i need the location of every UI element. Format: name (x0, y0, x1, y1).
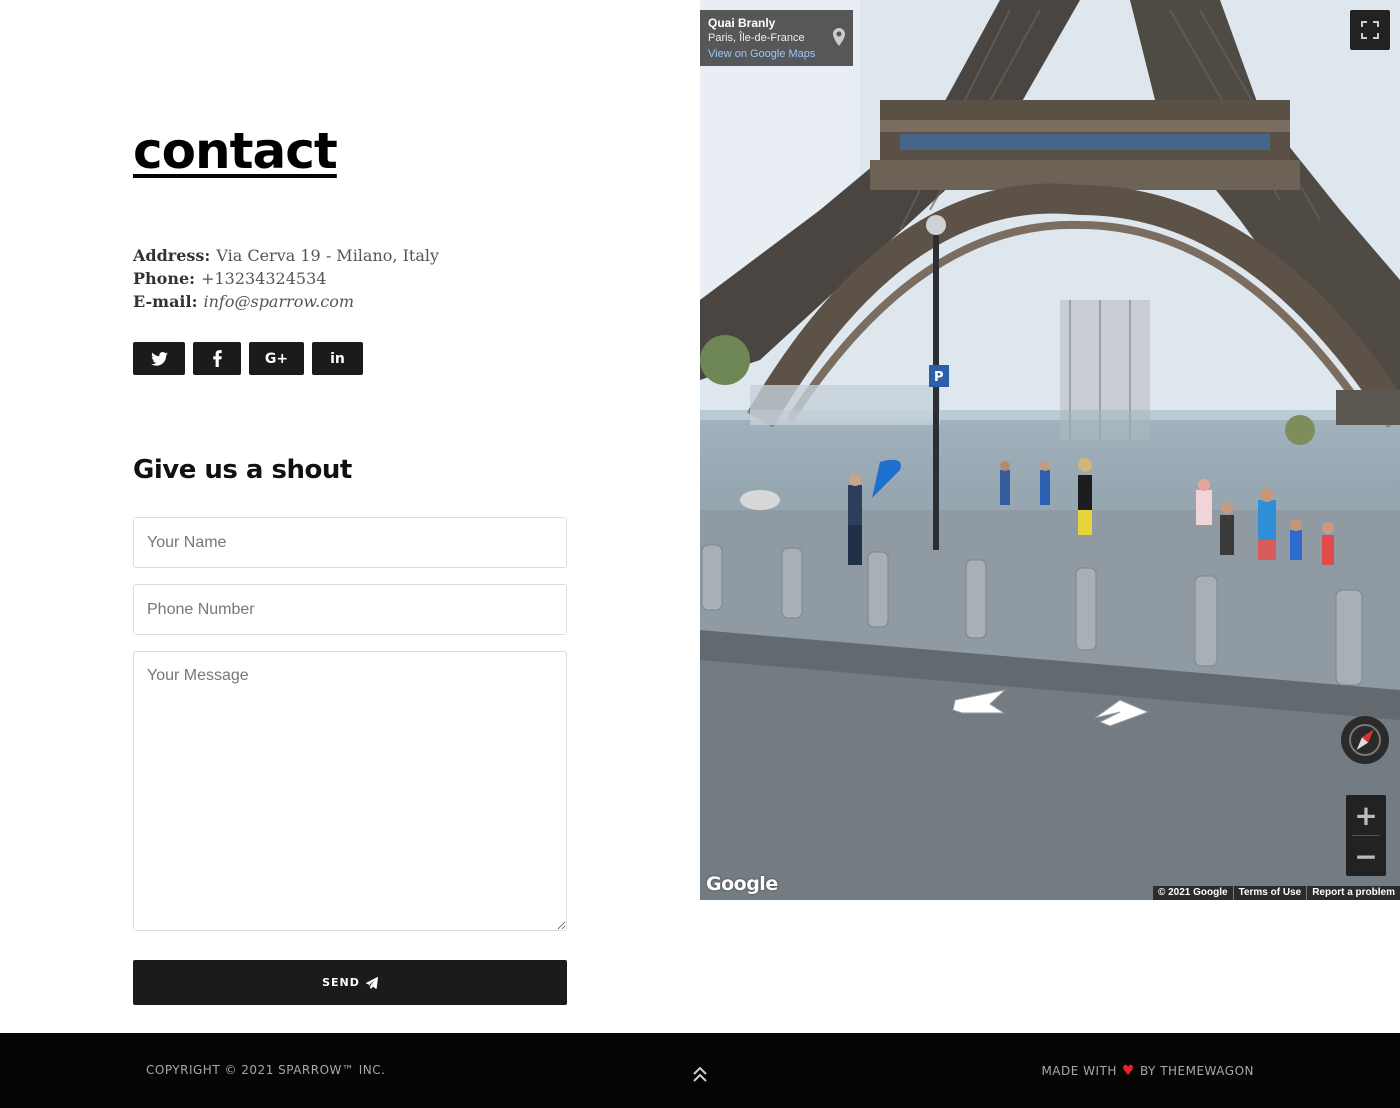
phone-value: +13234324534 (201, 269, 327, 288)
zoom-in-button[interactable]: + (1346, 795, 1386, 835)
map-attribution: © 2021 Google Terms of Use Report a prob… (1152, 886, 1400, 900)
message-textarea[interactable] (133, 651, 567, 931)
compass-icon (1349, 724, 1381, 756)
page-title: contact (133, 122, 338, 180)
google-plus-icon: G+ (264, 350, 289, 367)
zoom-control: + − (1346, 795, 1386, 876)
eiffel-tower-panorama: P (700, 0, 1400, 900)
social-buttons: G+ in (133, 342, 363, 375)
terms-of-use-link[interactable]: Terms of Use (1232, 886, 1307, 900)
phone-label: Phone: (133, 269, 196, 288)
contact-info: Address: Via Cerva 19 - Milano, Italy Pho… (133, 244, 439, 313)
address-value: Via Cerva 19 - Milano, Italy (216, 246, 440, 265)
heart-icon: ♥ (1121, 1063, 1135, 1079)
phone-input[interactable] (133, 584, 567, 635)
zoom-out-button[interactable]: − (1346, 836, 1386, 876)
linkedin-icon: in (330, 350, 345, 367)
made-with-label: MADE WITH (1041, 1064, 1117, 1078)
twitter-button[interactable] (133, 342, 185, 375)
contact-section: contact Address: Via Cerva 19 - Milano, I… (0, 0, 700, 1033)
address-row: Address: Via Cerva 19 - Milano, Italy (133, 244, 439, 267)
back-to-top-button[interactable] (690, 1063, 710, 1085)
google-plus-button[interactable]: G+ (249, 342, 304, 375)
view-on-google-maps-link[interactable]: View on Google Maps (708, 46, 845, 62)
place-card: Quai Branly Paris, Île-de-France View on… (700, 10, 853, 66)
place-subtitle: Paris, Île-de-France (708, 32, 805, 44)
made-with-credit: MADE WITH ♥ BY THEMEWAGON (1041, 1063, 1254, 1079)
name-input[interactable] (133, 517, 567, 568)
double-chevron-up-icon (693, 1066, 707, 1082)
send-button[interactable]: SEND (133, 960, 567, 1005)
twitter-icon (150, 351, 168, 366)
email-label: E-mail: (133, 292, 198, 311)
place-title: Quai Branly (708, 16, 776, 30)
fullscreen-icon (1361, 21, 1379, 39)
facebook-button[interactable] (193, 342, 241, 375)
form-heading: Give us a shout (133, 455, 352, 485)
address-label: Address: (133, 246, 211, 265)
street-view-map[interactable]: P Quai Branly Paris, Île-de-France View … (700, 0, 1400, 900)
compass-control[interactable] (1341, 716, 1389, 764)
svg-text:P: P (934, 370, 944, 385)
email-value[interactable]: info@sparrow.com (204, 292, 355, 311)
facebook-icon (212, 350, 222, 367)
map-copyright: © 2021 Google (1157, 887, 1228, 898)
map-pin-icon (833, 28, 845, 46)
credit-link[interactable]: BY THEMEWAGON (1140, 1064, 1254, 1078)
linkedin-button[interactable]: in (312, 342, 363, 375)
fullscreen-button[interactable] (1350, 10, 1390, 50)
google-logo: Google (706, 873, 778, 895)
footer: COPYRIGHT © 2021 SPARROW™ INC. MADE WITH… (0, 1033, 1400, 1108)
report-problem-link[interactable]: Report a problem (1306, 886, 1400, 900)
email-row: E-mail: info@sparrow.com (133, 290, 439, 313)
send-label: SEND (322, 976, 360, 989)
phone-row: Phone: +13234324534 (133, 267, 439, 290)
copyright-text: COPYRIGHT © 2021 SPARROW™ INC. (146, 1063, 386, 1077)
paper-plane-icon (365, 976, 378, 989)
